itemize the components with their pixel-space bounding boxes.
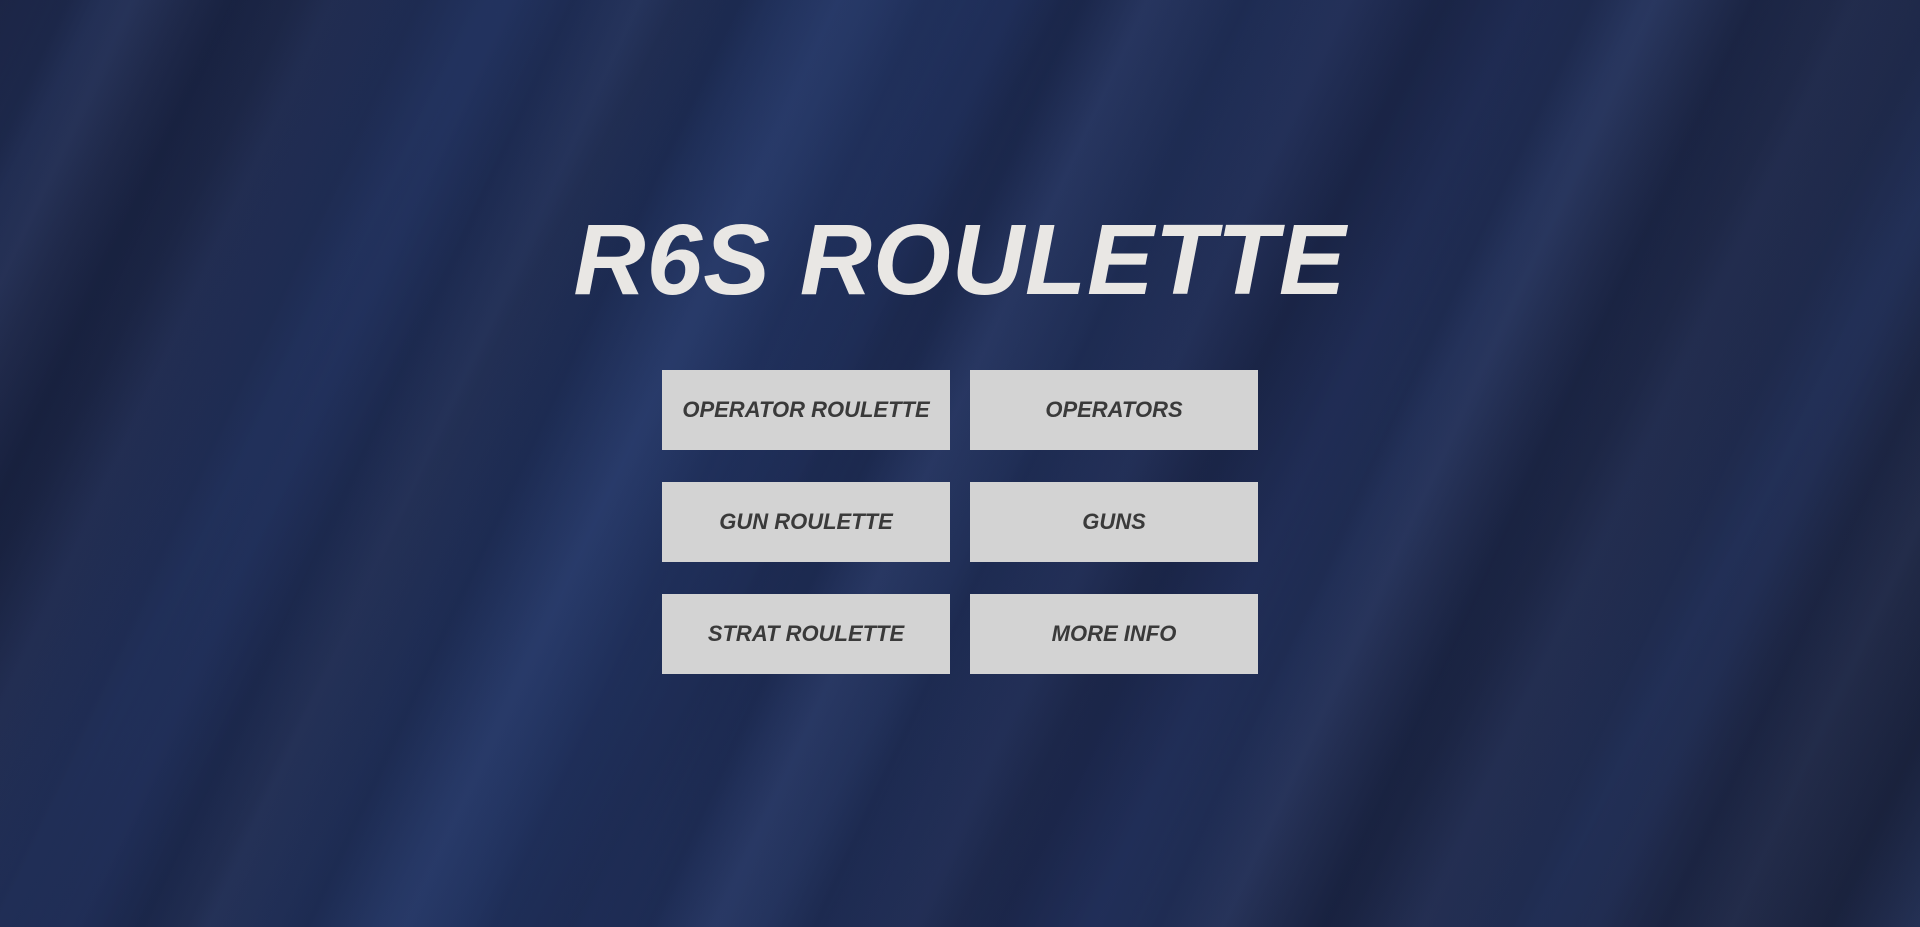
page-title: R6S ROULETTE: [573, 204, 1347, 316]
guns-button[interactable]: GUNS: [970, 482, 1258, 562]
operators-button[interactable]: OPERATORS: [970, 370, 1258, 450]
operator-roulette-button[interactable]: OPERATOR ROULETTE: [662, 370, 950, 450]
strat-roulette-button[interactable]: STRAT ROULETTE: [662, 594, 950, 674]
more-info-button[interactable]: MORE INFO: [970, 594, 1258, 674]
menu-grid: OPERATOR ROULETTE OPERATORS GUN ROULETTE…: [662, 370, 1258, 674]
gun-roulette-button[interactable]: GUN ROULETTE: [662, 482, 950, 562]
main-menu-page: R6S ROULETTE OPERATOR ROULETTE OPERATORS…: [0, 0, 1920, 927]
